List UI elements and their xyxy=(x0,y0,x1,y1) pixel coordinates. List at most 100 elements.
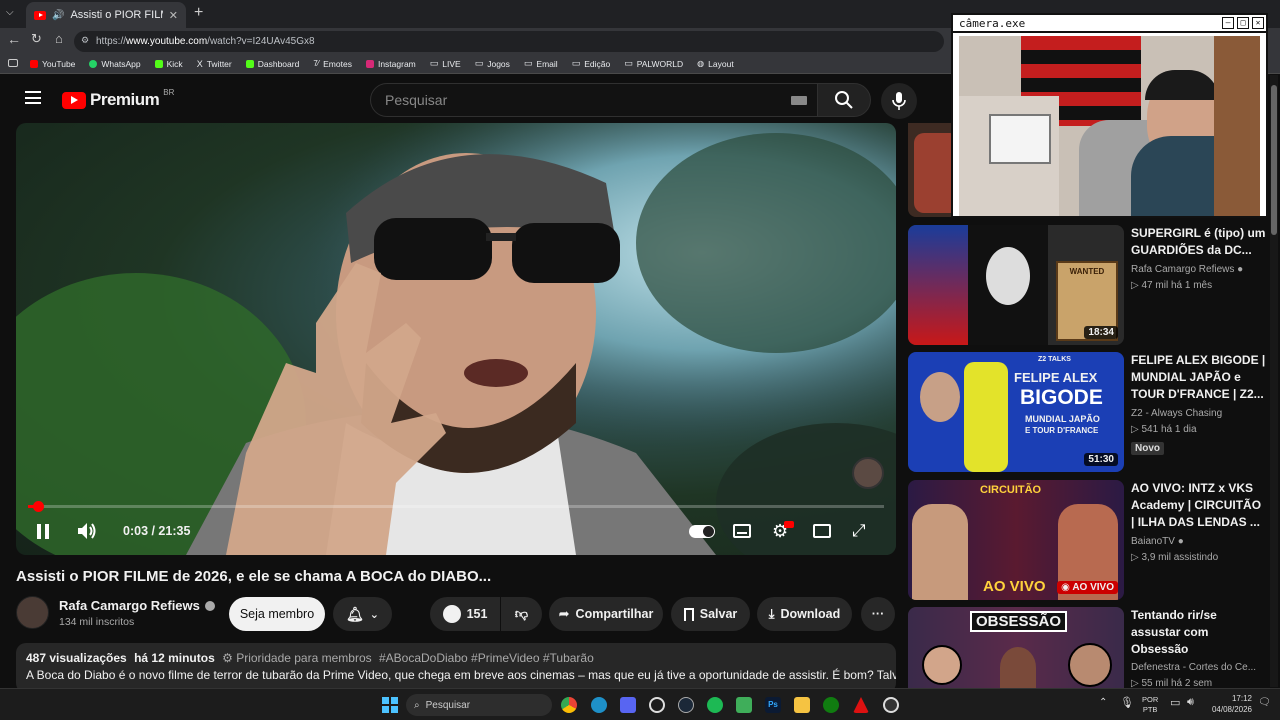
obs-icon[interactable] xyxy=(883,697,899,713)
spotify-icon[interactable] xyxy=(707,697,723,713)
network-icon[interactable]: ▭ xyxy=(1170,696,1180,709)
github-icon[interactable] xyxy=(649,697,665,713)
download-button[interactable]: ⤓ Download xyxy=(757,597,852,631)
bookmark-folder-palworld[interactable]: ▭ PALWORLD xyxy=(624,58,683,69)
bookmark-folder-live[interactable]: ▭ LIVE xyxy=(430,58,461,69)
recommendation-card[interactable]: OBSESSÃO Tentando rir/se assustar com Ob… xyxy=(908,607,1278,688)
bookmark-emotes[interactable]: 7⁄ Emotes xyxy=(313,59,352,69)
fullscreen-icon[interactable]: ⤢ xyxy=(852,521,866,541)
player-controls: 0:03 / 21:35 ⚙ ⤢ xyxy=(16,513,896,549)
subtitles-icon[interactable] xyxy=(733,524,751,538)
bookmark-twitter[interactable]: X Twitter xyxy=(197,59,232,69)
rec-title[interactable]: AO VIVO: INTZ x VKS Academy | CIRCUITÃO … xyxy=(1131,480,1266,531)
notifications-button[interactable]: 🔔︎ ⌄ xyxy=(333,597,392,631)
xbox-icon[interactable] xyxy=(823,697,839,713)
app-icon[interactable] xyxy=(736,697,752,713)
channel-avatar[interactable] xyxy=(16,596,49,629)
channel-name[interactable]: Rafa Camargo Refiews xyxy=(59,598,215,613)
rec-title[interactable]: SUPERGIRL é (tipo) um GUARDIÕES da DC... xyxy=(1131,225,1266,259)
channel-name-text: Rafa Camargo Refiews xyxy=(59,598,200,613)
volume-icon[interactable] xyxy=(76,521,98,541)
bookmark-kick[interactable]: Kick xyxy=(154,59,183,69)
page-scrollbar[interactable] xyxy=(1270,75,1278,687)
bookmark-whatsapp[interactable]: WhatsApp xyxy=(89,59,141,69)
bookmark-instagram[interactable]: Instagram xyxy=(365,59,416,69)
minimize-icon[interactable]: – xyxy=(1222,17,1234,29)
x-icon: X xyxy=(196,58,203,69)
rec-title[interactable]: FELIPE ALEX BIGODE | MUNDIAL JAPÃO e TOU… xyxy=(1131,352,1266,403)
theater-mode-icon[interactable] xyxy=(813,524,831,538)
taskbar-search[interactable]: ⌕ Pesquisar xyxy=(406,694,552,716)
bookmark-layout[interactable]: ◍ Layout xyxy=(697,59,734,69)
photoshop-icon[interactable]: Ps xyxy=(765,697,781,713)
live-badge: ◉ AO VIVO xyxy=(1057,581,1118,594)
like-button[interactable]: 151 xyxy=(430,597,500,631)
description-box[interactable]: 487 visualizações há 12 minutos ⚙ Priori… xyxy=(16,643,896,693)
webcam-overlay[interactable]: câmera.exe – □ ✕ xyxy=(951,13,1268,218)
recommendation-card[interactable]: Z2 TALKS FELIPE ALEX BIGODE MUNDIAL JAPÃ… xyxy=(908,352,1278,472)
video-player[interactable]: 0:03 / 21:35 ⚙ ⤢ xyxy=(16,123,896,555)
search-button[interactable] xyxy=(817,83,871,117)
rec-channel[interactable]: Defenestra - Cortes do Ce... xyxy=(1131,660,1266,676)
close-tab-icon[interactable]: ✕ xyxy=(169,9,178,22)
save-button[interactable]: Salvar xyxy=(671,597,750,631)
reload-icon[interactable]: ↻ xyxy=(31,31,42,47)
home-icon[interactable]: ⌂ xyxy=(55,31,63,46)
menu-icon[interactable] xyxy=(25,91,41,104)
bookmark-folder-edicao[interactable]: ▭ Edição xyxy=(572,58,611,69)
adobe-icon[interactable] xyxy=(853,697,869,713)
webcam-titlebar: câmera.exe – □ ✕ xyxy=(953,15,1266,33)
close-icon[interactable]: ✕ xyxy=(1252,17,1264,29)
progress-track[interactable] xyxy=(28,501,884,512)
recommendation-card[interactable]: WANTED 18:34 SUPERGIRL é (tipo) um GUARD… xyxy=(908,225,1278,345)
back-icon[interactable]: ← xyxy=(7,31,21,47)
browser-tab-active[interactable]: 🔊 Assisti o PIOR FILME de 2026 ✕ xyxy=(26,2,186,28)
youtube-premium-logo[interactable]: Premium BR xyxy=(62,88,174,110)
volume-tray-icon[interactable]: 🔊︎ xyxy=(1187,696,1194,709)
url-host: www.youtube.com xyxy=(126,36,208,47)
scrollbar-thumb[interactable] xyxy=(1271,85,1277,235)
language-indicator[interactable]: POR PTB xyxy=(1142,695,1158,715)
more-actions-button[interactable]: ··· xyxy=(861,597,895,631)
bookmark-dashboard[interactable]: Dashboard xyxy=(245,59,299,69)
reading-list-icon[interactable] xyxy=(8,59,18,67)
tab-list-chevron-icon[interactable]: ⌵ xyxy=(6,7,14,18)
url-input[interactable]: ⚙ https://www.youtube.com/watch?v=I24UAv… xyxy=(74,31,944,52)
settings-icon[interactable]: ⚙ xyxy=(772,521,794,542)
bookmark-folder-email[interactable]: ▭ Email xyxy=(524,58,558,69)
speaker-icon[interactable]: 🔊 xyxy=(52,10,64,21)
chrome-icon[interactable] xyxy=(561,697,577,713)
start-icon[interactable] xyxy=(382,697,398,713)
rec-channel[interactable]: BaianoTV xyxy=(1131,536,1175,547)
recommendation-card[interactable]: CIRCUITÃO AO VIVO ◉ AO VIVO AO VIVO: INT… xyxy=(908,480,1278,600)
edge-icon[interactable] xyxy=(591,697,607,713)
clock[interactable]: 17:12 04/08/2026 xyxy=(1204,693,1252,715)
notifications-icon[interactable]: 🗨︎ xyxy=(1258,697,1271,708)
share-button[interactable]: ➦ Compartilhar xyxy=(549,597,663,631)
show-hidden-icons[interactable]: ⌃ xyxy=(1099,697,1107,708)
maximize-icon[interactable]: □ xyxy=(1237,17,1249,29)
rec-title[interactable]: Tentando rir/se assustar com Obsessão xyxy=(1131,607,1266,658)
search-input[interactable]: Pesquisar xyxy=(370,83,818,117)
keyboard-icon[interactable] xyxy=(791,96,807,105)
voice-search-button[interactable] xyxy=(881,83,917,119)
bookmark-folder-jogos[interactable]: ▭ Jogos xyxy=(475,58,510,69)
views-icon: ▷ xyxy=(1131,552,1139,563)
pause-icon[interactable] xyxy=(37,524,49,539)
site-info-icon[interactable]: ⚙ xyxy=(81,35,89,46)
dislike-button[interactable]: 👎︎ xyxy=(501,597,542,631)
join-button[interactable]: Seja membro xyxy=(229,597,325,631)
file-explorer-icon[interactable] xyxy=(794,697,810,713)
channel-watermark-avatar[interactable] xyxy=(852,457,884,489)
discord-icon[interactable] xyxy=(620,697,636,713)
rec-channel[interactable]: Rafa Camargo Refiews xyxy=(1131,264,1234,275)
microphone-icon xyxy=(892,92,906,110)
rec-channel[interactable]: Z2 - Always Chasing xyxy=(1131,406,1266,422)
autoplay-toggle[interactable] xyxy=(689,525,715,538)
hashtags[interactable]: #ABocaDoDiabo #PrimeVideo #Tubarão xyxy=(379,651,594,665)
bookmark-youtube[interactable]: YouTube xyxy=(30,59,75,69)
new-tab-button[interactable]: + xyxy=(194,4,203,22)
progress-scrubber[interactable] xyxy=(33,501,44,512)
tray-icon[interactable]: 🎙︎ xyxy=(1120,696,1134,709)
steam-icon[interactable] xyxy=(678,697,694,713)
